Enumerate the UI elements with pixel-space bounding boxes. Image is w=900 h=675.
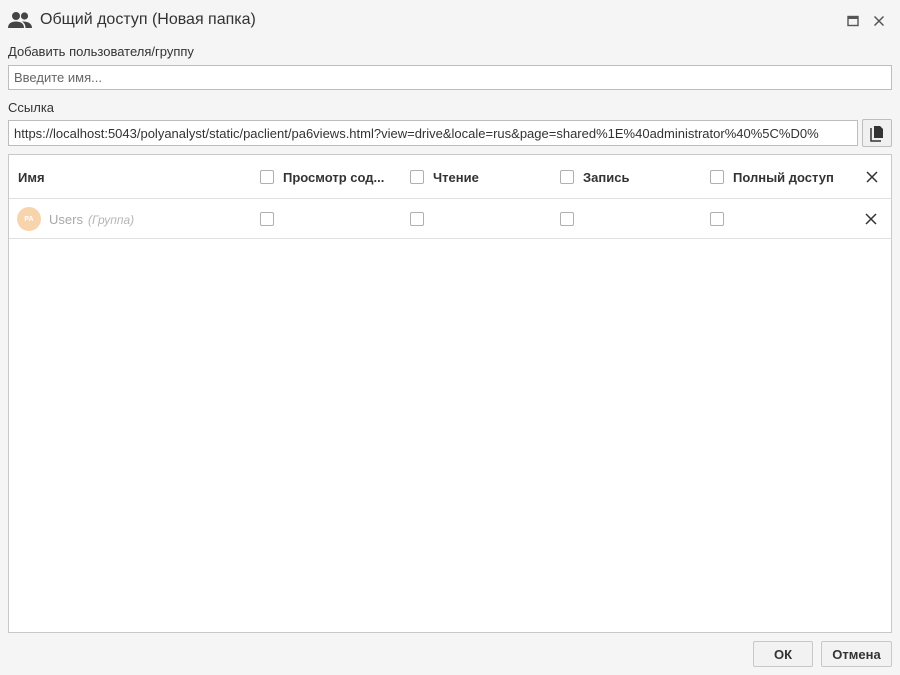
- avatar: PA: [17, 207, 41, 231]
- full-access-all-checkbox[interactable]: [710, 170, 724, 184]
- link-label: Ссылка: [8, 100, 55, 115]
- copy-icon: [870, 125, 883, 142]
- copy-link-button[interactable]: [862, 119, 892, 147]
- column-read: Чтение: [433, 170, 479, 185]
- table-header: Имя Просмотр сод... Чтение Запись Полный…: [9, 155, 891, 199]
- view-all-checkbox[interactable]: [260, 170, 274, 184]
- close-window-icon[interactable]: [871, 13, 887, 29]
- read-checkbox[interactable]: [410, 212, 424, 226]
- column-name: Имя: [18, 170, 45, 185]
- permissions-table: Имя Просмотр сод... Чтение Запись Полный…: [8, 154, 892, 633]
- write-checkbox[interactable]: [560, 212, 574, 226]
- column-full-access: Полный доступ: [733, 170, 834, 185]
- column-write: Запись: [583, 170, 630, 185]
- title-bar: Общий доступ (Новая папка): [0, 0, 900, 42]
- remove-row-icon[interactable]: [864, 212, 878, 226]
- view-checkbox[interactable]: [260, 212, 274, 226]
- remove-all-icon[interactable]: [865, 170, 879, 184]
- maximize-icon[interactable]: [845, 13, 861, 29]
- share-link-field[interactable]: [8, 120, 858, 146]
- window-title: Общий доступ (Новая папка): [40, 11, 256, 28]
- row-user-type: (Группа): [88, 213, 135, 227]
- add-user-input[interactable]: [8, 65, 892, 90]
- add-user-label: Добавить пользователя/группу: [8, 44, 194, 59]
- full-access-checkbox[interactable]: [710, 212, 724, 226]
- column-view: Просмотр сод...: [283, 170, 385, 185]
- write-all-checkbox[interactable]: [560, 170, 574, 184]
- row-user-name: Users: [49, 212, 83, 227]
- cancel-button[interactable]: Отмена: [821, 641, 892, 667]
- ok-button[interactable]: ОК: [753, 641, 813, 667]
- read-all-checkbox[interactable]: [410, 170, 424, 184]
- people-icon: [8, 12, 32, 28]
- table-row: PA Users (Группа): [9, 199, 891, 239]
